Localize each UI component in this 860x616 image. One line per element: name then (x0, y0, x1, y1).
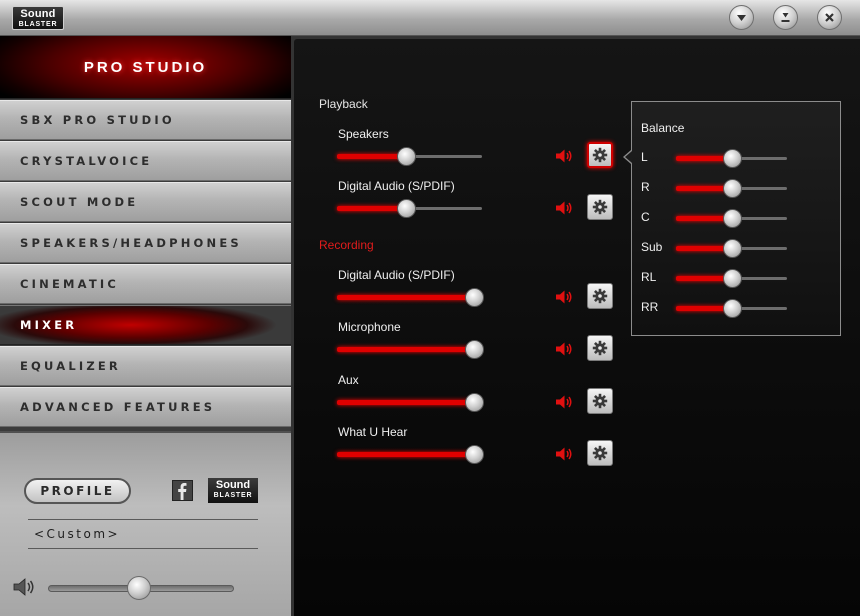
balance-title: Balance (641, 121, 685, 135)
balance-slider-l[interactable] (676, 149, 787, 168)
volume-slider-fill (337, 206, 406, 211)
balance-slider-sub[interactable] (676, 239, 787, 258)
volume-slider-recording-1[interactable] (337, 340, 484, 359)
sidebar-item-cinematic[interactable]: CINEMATIC (0, 264, 291, 304)
volume-slider-knob[interactable] (465, 393, 484, 412)
gear-icon[interactable] (587, 440, 613, 466)
balance-channel-label: R (641, 180, 650, 194)
balance-slider-r[interactable] (676, 179, 787, 198)
gear-icon[interactable] (587, 142, 613, 168)
speaker-mute-icon[interactable] (555, 446, 573, 462)
sidebar-item-label: ADVANCED FEATURES (20, 400, 216, 414)
volume-slider-fill (337, 400, 474, 405)
channel-label: Digital Audio (S/PDIF) (338, 268, 455, 282)
sidebar: PRO STUDIO SBX PRO STUDIO CRYSTALVOICE SCO… (0, 36, 291, 616)
channel-label: Aux (338, 373, 359, 387)
speaker-mute-icon[interactable] (555, 289, 573, 305)
volume-slider-knob[interactable] (465, 340, 484, 359)
sidebar-item-label: CINEMATIC (20, 277, 120, 291)
sound-blaster-logo: Sound BLASTER (12, 6, 64, 30)
sidebar-item-mixer[interactable]: MIXER (0, 305, 291, 345)
pro-studio-header: PRO STUDIO (0, 36, 291, 99)
playback-section-label: Playback (319, 97, 368, 111)
speaker-mute-icon[interactable] (555, 148, 573, 164)
balance-popup-pointer-inner (625, 151, 632, 163)
speaker-mute-icon[interactable] (555, 200, 573, 216)
gear-icon[interactable] (587, 283, 613, 309)
sidebar-item-speakers-headphones[interactable]: SPEAKERS/HEADPHONES (0, 223, 291, 263)
sidebar-bottom-panel: PROFILE Sound BLASTER <Custom> (0, 431, 291, 616)
sidebar-item-label: SCOUT MODE (20, 195, 139, 209)
channel-label: Digital Audio (S/PDIF) (338, 179, 455, 193)
facebook-icon[interactable] (172, 480, 193, 501)
sidebar-item-label: MIXER (20, 318, 78, 332)
balance-slider-c[interactable] (676, 209, 787, 228)
sb-logo-line2: BLASTER (213, 492, 253, 499)
volume-slider-fill (337, 295, 474, 300)
balance-channel-label: RL (641, 270, 657, 284)
menu-dropdown-button[interactable] (729, 5, 754, 30)
profile-name-display: <Custom> (28, 519, 258, 549)
logo-line1: Sound (20, 8, 56, 20)
page-title: PRO STUDIO (83, 58, 208, 76)
title-bar: Sound BLASTER (0, 0, 860, 36)
sidebar-item-label: SBX PRO STUDIO (20, 113, 175, 127)
sidebar-item-advanced-features[interactable]: ADVANCED FEATURES (0, 387, 291, 427)
balance-slider-knob[interactable] (722, 299, 742, 318)
volume-slider-playback-0[interactable] (337, 147, 482, 166)
volume-slider-knob[interactable] (396, 147, 416, 166)
sb-logo-line1: Sound (215, 479, 251, 491)
balance-slider-knob[interactable] (722, 149, 742, 168)
balance-slider-knob[interactable] (722, 179, 742, 198)
balance-popup: Balance L R C Sub RL RR (631, 101, 841, 336)
close-icon (825, 13, 834, 22)
logo-line2: BLASTER (18, 21, 58, 28)
sidebar-menu: SBX PRO STUDIO CRYSTALVOICE SCOUT MODE SPEA… (0, 100, 291, 428)
sidebar-item-equalizer[interactable]: EQUALIZER (0, 346, 291, 386)
volume-icon[interactable] (12, 576, 36, 598)
sidebar-item-sbx-pro-studio[interactable]: SBX PRO STUDIO (0, 100, 291, 140)
sidebar-item-crystalvoice[interactable]: CRYSTALVOICE (0, 141, 291, 181)
gear-icon[interactable] (587, 335, 613, 361)
volume-slider-recording-2[interactable] (337, 393, 484, 412)
chevron-down-icon (737, 15, 746, 21)
balance-channel-label: C (641, 210, 650, 224)
balance-channel-label: Sub (641, 240, 663, 254)
sound-blaster-link-logo[interactable]: Sound BLASTER (208, 478, 258, 503)
volume-slider-fill (337, 347, 474, 352)
gear-icon[interactable] (587, 388, 613, 414)
volume-slider-fill (337, 154, 406, 159)
volume-slider-knob[interactable] (465, 288, 484, 307)
balance-slider-knob[interactable] (722, 269, 742, 288)
channel-label: Microphone (338, 320, 401, 334)
master-volume-knob[interactable] (127, 576, 152, 600)
sidebar-item-label: SPEAKERS/HEADPHONES (20, 236, 242, 250)
balance-channel-label: L (641, 150, 648, 164)
profile-name: <Custom> (34, 527, 121, 541)
gear-icon[interactable] (587, 194, 613, 220)
balance-slider-knob[interactable] (722, 239, 742, 258)
profile-button[interactable]: PROFILE (24, 478, 131, 504)
volume-slider-recording-3[interactable] (337, 445, 484, 464)
volume-slider-playback-1[interactable] (337, 199, 482, 218)
balance-slider-rr[interactable] (676, 299, 787, 318)
sidebar-item-label: EQUALIZER (20, 359, 121, 373)
volume-slider-knob[interactable] (396, 199, 416, 218)
minimize-button[interactable] (773, 5, 798, 30)
recording-section-label: Recording (319, 238, 374, 252)
speaker-mute-icon[interactable] (555, 394, 573, 410)
sidebar-item-label: CRYSTALVOICE (20, 154, 153, 168)
balance-channel-label: RR (641, 300, 659, 314)
volume-slider-recording-0[interactable] (337, 288, 484, 307)
volume-slider-knob[interactable] (465, 445, 484, 464)
volume-slider-fill (337, 452, 474, 457)
channel-label: Speakers (338, 127, 389, 141)
balance-slider-knob[interactable] (722, 209, 742, 228)
channel-label: What U Hear (338, 425, 408, 439)
speaker-mute-icon[interactable] (555, 341, 573, 357)
balance-slider-rl[interactable] (676, 269, 787, 288)
close-button[interactable] (817, 5, 842, 30)
minimize-icon (781, 13, 790, 22)
sidebar-item-scout-mode[interactable]: SCOUT MODE (0, 182, 291, 222)
